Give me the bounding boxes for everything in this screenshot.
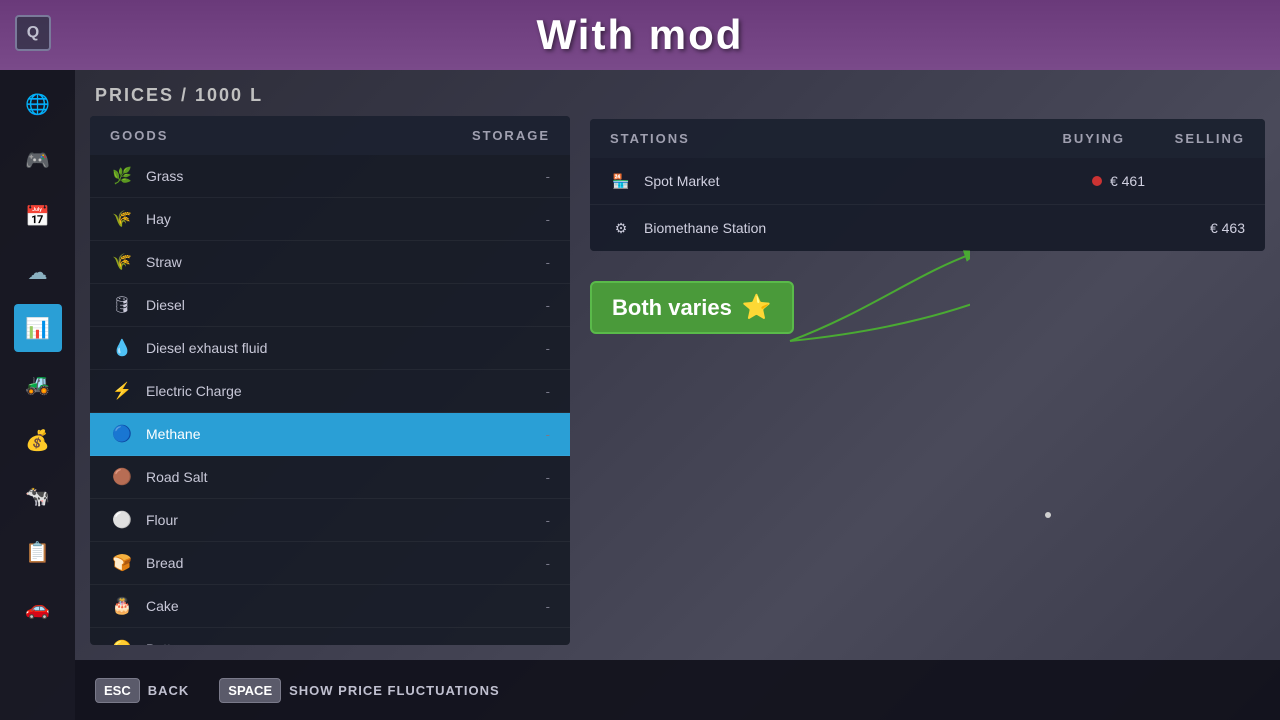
- esc-action: ESC BACK: [95, 678, 189, 703]
- sidebar-item-calendar-icon[interactable]: 📅: [14, 192, 62, 240]
- sidebar-item-dollar-icon[interactable]: 💰: [14, 416, 62, 464]
- goods-name: Electric Charge: [146, 383, 546, 399]
- star-icon: ⭐: [742, 293, 772, 322]
- goods-icon: 🎂: [110, 594, 134, 618]
- goods-storage: -: [546, 298, 550, 313]
- station-row[interactable]: 🏪 Spot Market € 461: [590, 158, 1265, 205]
- goods-icon: 🌾: [110, 250, 134, 274]
- goods-storage: -: [546, 212, 550, 227]
- sidebar-item-list-icon[interactable]: 📋: [14, 528, 62, 576]
- goods-icon: 🟤: [110, 465, 134, 489]
- goods-icon: 🟡: [110, 637, 134, 645]
- goods-storage: -: [546, 513, 550, 528]
- goods-storage: -: [546, 556, 550, 571]
- station-icon: 🏪: [610, 170, 632, 192]
- goods-icon: 🍞: [110, 551, 134, 575]
- goods-name: Diesel exhaust fluid: [146, 340, 546, 356]
- left-panel: PRICES / 1000 L GOODS STORAGE 🌿 Grass - …: [90, 85, 570, 645]
- esc-key[interactable]: ESC: [95, 678, 140, 703]
- station-buying: € 461: [1025, 173, 1145, 189]
- goods-name: Methane: [146, 426, 546, 442]
- space-key[interactable]: SPACE: [219, 678, 281, 703]
- storage-col-header: STORAGE: [472, 128, 550, 143]
- space-action: SPACE SHOW PRICE FLUCTUATIONS: [219, 678, 499, 703]
- goods-storage: -: [546, 384, 550, 399]
- stations-col-header: STATIONS: [610, 131, 690, 146]
- station-name: Spot Market: [644, 173, 1025, 189]
- stations-rows: 🏪 Spot Market € 461 ⚙ Biomethane Station…: [590, 158, 1265, 251]
- goods-storage: -: [546, 427, 550, 442]
- station-selling: € 463: [1145, 220, 1245, 236]
- goods-item[interactable]: 💧 Diesel exhaust fluid -: [90, 327, 570, 370]
- sidebar-item-globe-icon[interactable]: 🌐: [14, 80, 62, 128]
- selling-col-header: SELLING: [1165, 131, 1245, 146]
- goods-item[interactable]: 🛢 Diesel -: [90, 284, 570, 327]
- goods-name: Butter: [146, 641, 546, 645]
- goods-name: Grass: [146, 168, 546, 184]
- goods-item[interactable]: 🎂 Cake -: [90, 585, 570, 628]
- sidebar-item-wheel-icon[interactable]: 🎮: [14, 136, 62, 184]
- goods-icon: 🌾: [110, 207, 134, 231]
- q-button[interactable]: Q: [15, 15, 51, 51]
- goods-storage: -: [546, 169, 550, 184]
- goods-item[interactable]: 🍞 Bread -: [90, 542, 570, 585]
- sidebar-item-vehicle-icon[interactable]: 🚗: [14, 584, 62, 632]
- goods-name: Cake: [146, 598, 546, 614]
- goods-icon: ⚡: [110, 379, 134, 403]
- bottom-bar: ESC BACK SPACE SHOW PRICE FLUCTUATIONS: [75, 660, 1280, 720]
- goods-icon: 🛢: [110, 293, 134, 317]
- goods-header: GOODS STORAGE: [90, 116, 570, 155]
- sidebar-item-tractor-icon[interactable]: 🚜: [14, 360, 62, 408]
- goods-item[interactable]: 🌾 Hay -: [90, 198, 570, 241]
- back-label: BACK: [148, 683, 190, 698]
- top-bar: With mod: [0, 0, 1280, 70]
- buying-dot: [1092, 176, 1102, 186]
- goods-icon: 🔵: [110, 422, 134, 446]
- goods-name: Hay: [146, 211, 546, 227]
- page-title: With mod: [537, 11, 744, 59]
- goods-icon: ⚪: [110, 508, 134, 532]
- goods-item[interactable]: 🟤 Road Salt -: [90, 456, 570, 499]
- goods-name: Bread: [146, 555, 546, 571]
- goods-item[interactable]: 🔵 Methane -: [90, 413, 570, 456]
- right-panel: STATIONS BUYING SELLING 🏪 Spot Market € …: [590, 85, 1265, 645]
- goods-item[interactable]: 🟡 Butter -: [90, 628, 570, 645]
- station-row[interactable]: ⚙ Biomethane Station € 463: [590, 205, 1265, 251]
- goods-list[interactable]: 🌿 Grass - 🌾 Hay - 🌾 Straw - 🛢 Diesel - 💧…: [90, 155, 570, 645]
- station-icon: ⚙: [610, 217, 632, 239]
- goods-name: Road Salt: [146, 469, 546, 485]
- goods-storage: -: [546, 341, 550, 356]
- main-content: PRICES / 1000 L GOODS STORAGE 🌿 Grass - …: [75, 70, 1280, 660]
- goods-col-header: GOODS: [110, 128, 168, 143]
- goods-storage: -: [546, 642, 550, 646]
- goods-name: Straw: [146, 254, 546, 270]
- both-varies-container: Both varies ⭐: [590, 281, 1265, 334]
- both-varies-badge: Both varies ⭐: [590, 281, 794, 334]
- sidebar: 🌐 🎮 📅 ☁ 📊 🚜 💰 🐄 📋 🚗: [0, 70, 75, 720]
- goods-storage: -: [546, 470, 550, 485]
- goods-name: Diesel: [146, 297, 546, 313]
- goods-icon: 💧: [110, 336, 134, 360]
- stations-table: STATIONS BUYING SELLING 🏪 Spot Market € …: [590, 119, 1265, 251]
- sidebar-item-cloud-icon[interactable]: ☁: [14, 248, 62, 296]
- station-name: Biomethane Station: [644, 220, 1025, 236]
- goods-item[interactable]: ⚪ Flour -: [90, 499, 570, 542]
- goods-table: GOODS STORAGE 🌿 Grass - 🌾 Hay - 🌾 Straw …: [90, 116, 570, 645]
- goods-icon: 🌿: [110, 164, 134, 188]
- fluctuations-label: SHOW PRICE FLUCTUATIONS: [289, 683, 500, 698]
- stations-header: STATIONS BUYING SELLING: [590, 119, 1265, 158]
- sidebar-item-chart-icon[interactable]: 📊: [14, 304, 62, 352]
- sidebar-item-cow-icon[interactable]: 🐄: [14, 472, 62, 520]
- goods-item[interactable]: ⚡ Electric Charge -: [90, 370, 570, 413]
- goods-name: Flour: [146, 512, 546, 528]
- panel-title: PRICES / 1000 L: [90, 85, 570, 106]
- goods-item[interactable]: 🌾 Straw -: [90, 241, 570, 284]
- both-varies-text: Both varies: [612, 295, 732, 321]
- goods-item[interactable]: 🌿 Grass -: [90, 155, 570, 198]
- buying-col-header: BUYING: [1062, 131, 1125, 146]
- goods-storage: -: [546, 255, 550, 270]
- goods-storage: -: [546, 599, 550, 614]
